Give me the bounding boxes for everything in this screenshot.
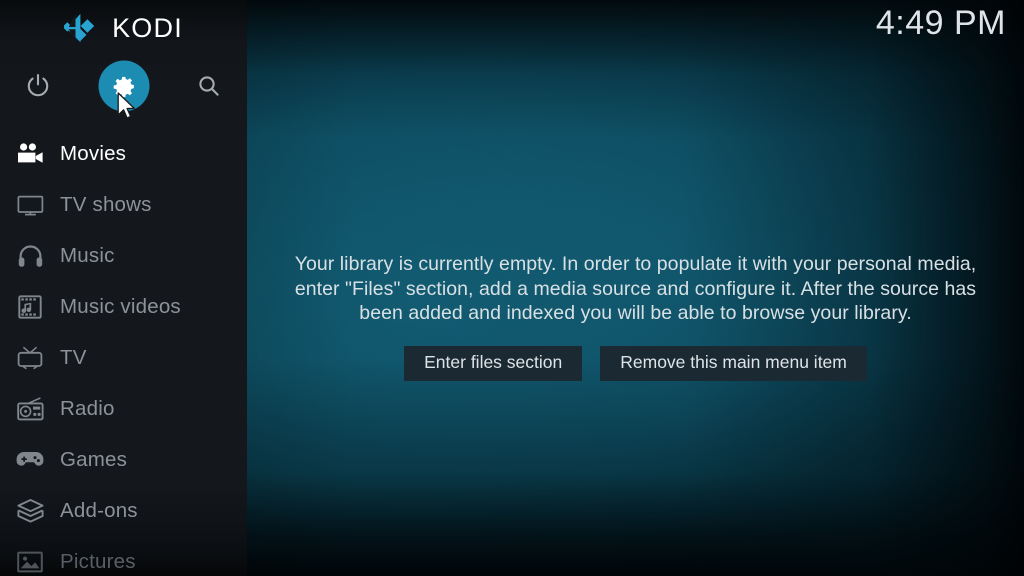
sidebar-item-add-ons[interactable]: Add-ons (0, 485, 247, 536)
content-area: Your library is currently empty. In orde… (247, 0, 1024, 576)
gear-icon (112, 74, 137, 99)
picture-icon (4, 551, 56, 573)
settings-button[interactable] (96, 58, 152, 114)
sidebar-item-label: Games (60, 448, 127, 472)
remove-main-menu-item-button[interactable]: Remove this main menu item (600, 346, 867, 381)
search-button[interactable] (181, 58, 237, 114)
sidebar-item-pictures[interactable]: Pictures (0, 536, 247, 576)
sidebar-item-music-videos[interactable]: Music videos (0, 281, 247, 332)
empty-library-panel: Your library is currently empty. In orde… (280, 252, 992, 381)
sidebar-item-label: Pictures (60, 550, 136, 574)
sidebar-item-label: TV shows (60, 193, 152, 217)
movie-camera-icon (4, 143, 56, 165)
sidebar-item-movies[interactable]: Movies (0, 128, 247, 179)
power-icon (25, 73, 51, 99)
kodi-window: KODI (0, 0, 1024, 576)
sidebar-item-label: Radio (60, 397, 115, 421)
clock: 4:49 PM (876, 4, 1006, 43)
sidebar-item-music[interactable]: Music (0, 230, 247, 281)
empty-library-actions: Enter files section Remove this main men… (280, 346, 992, 381)
empty-library-message: Your library is currently empty. In orde… (280, 252, 992, 326)
radio-icon (4, 397, 56, 421)
sidebar-item-label: Add-ons (60, 499, 138, 523)
search-icon (196, 73, 222, 99)
sidebar-item-label: TV (60, 346, 87, 370)
addon-box-icon (4, 499, 56, 523)
sidebar-item-label: Music videos (60, 295, 181, 319)
television-icon (4, 194, 56, 216)
sidebar-item-label: Movies (60, 142, 126, 166)
gamepad-icon (4, 450, 56, 470)
sidebar-item-label: Music (60, 244, 115, 268)
main-menu: Movies TV shows Music (0, 128, 247, 576)
tv-antenna-icon (4, 346, 56, 370)
enter-files-section-button[interactable]: Enter files section (404, 346, 582, 381)
sidebar-item-tv-shows[interactable]: TV shows (0, 179, 247, 230)
power-button[interactable] (10, 58, 66, 114)
film-note-icon (4, 295, 56, 319)
headphones-icon (4, 244, 56, 268)
kodi-logo-icon (64, 13, 98, 43)
brand-header: KODI (0, 0, 247, 56)
sidebar-item-radio[interactable]: Radio (0, 383, 247, 434)
brand-wordmark: KODI (112, 15, 183, 42)
sidebar-item-tv[interactable]: TV (0, 332, 247, 383)
sidebar-item-games[interactable]: Games (0, 434, 247, 485)
top-icon-bar (0, 58, 247, 114)
